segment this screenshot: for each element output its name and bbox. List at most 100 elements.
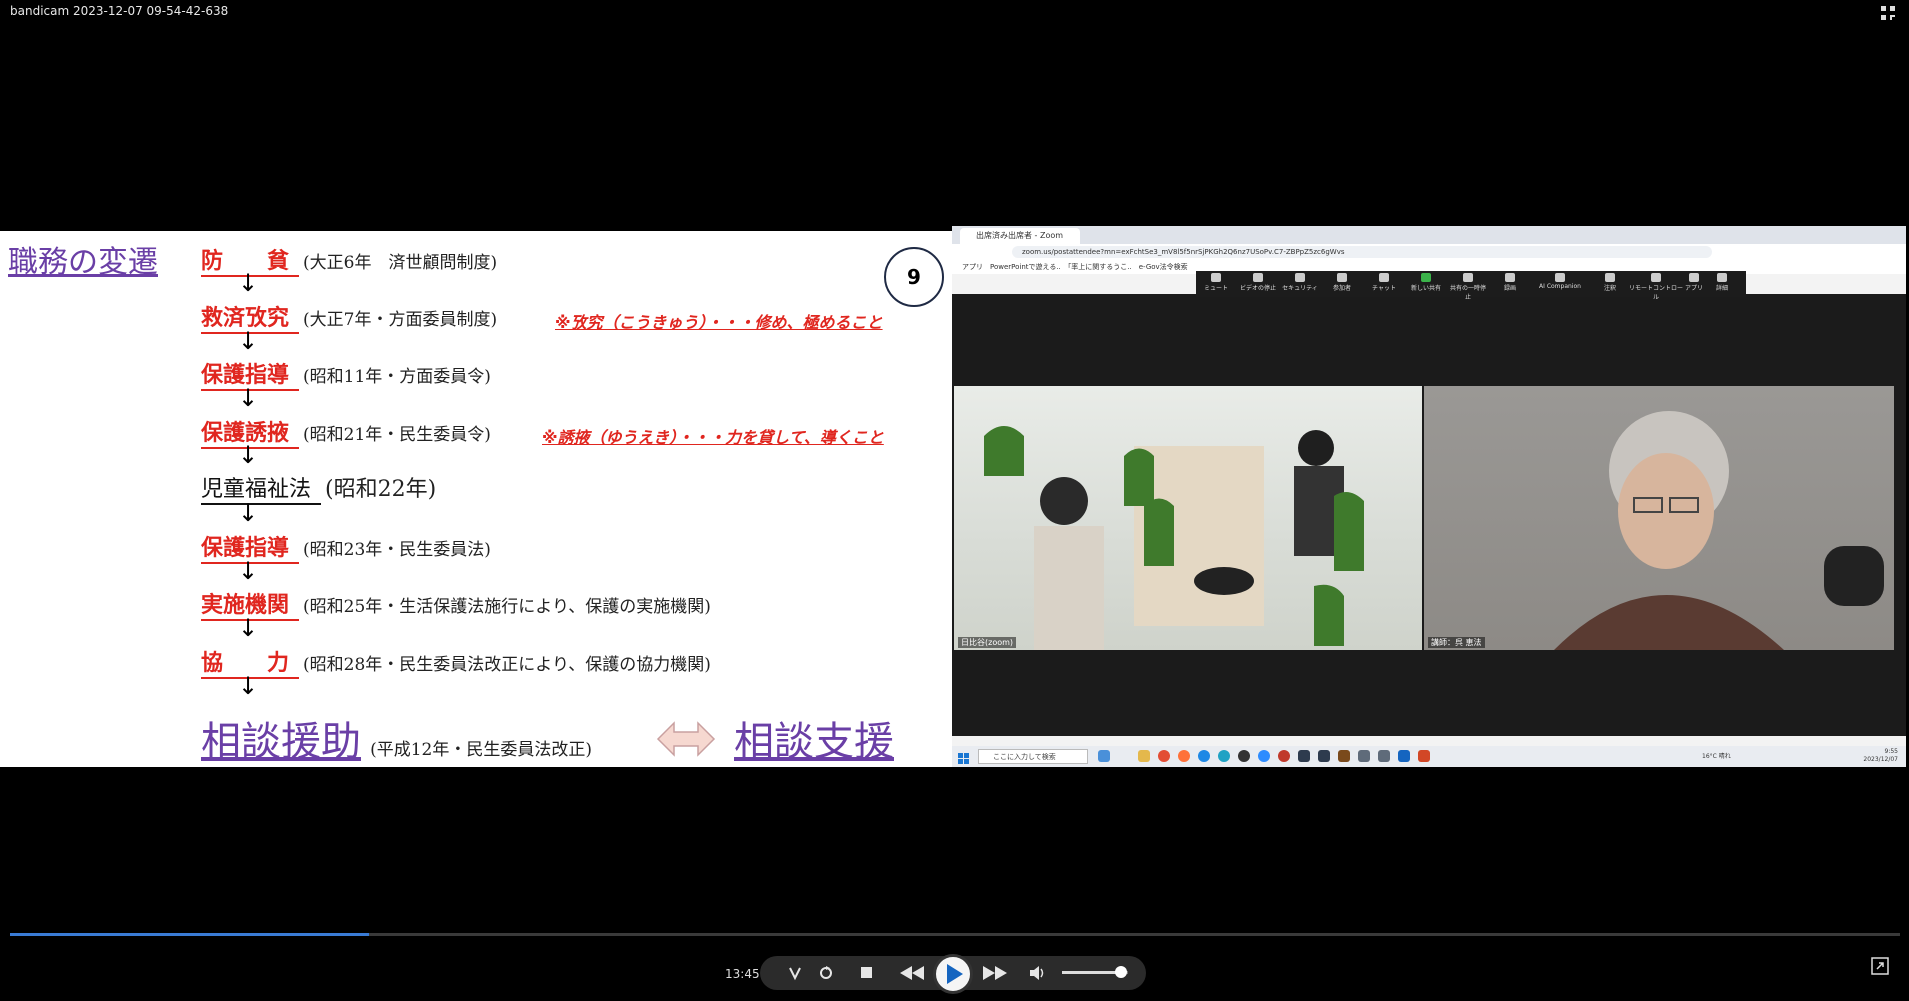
toolbar-label: 新しい共有: [1410, 285, 1441, 292]
taskbar-clock: 9:55 2023/12/07: [1863, 748, 1898, 764]
record-button[interactable]: 録画: [1490, 273, 1530, 292]
final-row: 相談援助 (平成12年・民生委員法改正): [201, 709, 592, 767]
pause-share-button[interactable]: 共有の一時停止: [1448, 273, 1488, 301]
toolbar-label: 参加者: [1332, 285, 1351, 292]
repeat-icon[interactable]: [815, 962, 837, 984]
new-share-button[interactable]: 新しい共有: [1406, 273, 1446, 292]
toolbar-label: アプリ: [1684, 285, 1703, 292]
rewind-button[interactable]: [898, 962, 926, 984]
volume-level: [1062, 971, 1122, 974]
firefox-icon[interactable]: [1178, 750, 1190, 762]
participants-button[interactable]: 参加者: [1322, 273, 1362, 292]
sparkle-icon: [1555, 273, 1565, 282]
video-tile[interactable]: 日比谷(zoom): [954, 386, 1422, 650]
camera-app-icon[interactable]: [1378, 750, 1390, 762]
speaker-image: [1554, 411, 1884, 650]
clock-date: 2023/12/07: [1863, 756, 1898, 763]
app-icon[interactable]: [1338, 750, 1350, 762]
fast-forward-button[interactable]: [981, 962, 1009, 984]
down-arrow-icon: ↓: [238, 441, 259, 469]
fullscreen-toggle-icon[interactable]: [1879, 4, 1897, 22]
pause-icon: [1463, 273, 1473, 282]
history-row: 実施機関 (昭和25年・生活保護法施行により、保護の実施機関): [201, 587, 711, 627]
final-desc: (平成12年・民生委員法改正): [370, 740, 592, 760]
clock-time: 9:55: [1884, 748, 1898, 755]
row-desc: (昭和23年・民生委員法): [303, 540, 491, 560]
toolbar-label: セキュリティ: [1282, 285, 1318, 292]
stop-button[interactable]: [856, 962, 878, 984]
edge-icon[interactable]: [1218, 750, 1230, 762]
down-arrow-icon: ↓: [238, 269, 259, 297]
security-button[interactable]: セキュリティ: [1280, 273, 1320, 292]
app-icon[interactable]: [1298, 750, 1310, 762]
stop-video-button[interactable]: ビデオの停止: [1238, 273, 1278, 292]
row-desc: (昭和11年・方面委員令): [303, 367, 491, 387]
chrome-icon[interactable]: [1158, 750, 1170, 762]
volume-button[interactable]: [1027, 962, 1049, 984]
rewind-icon: [900, 966, 924, 980]
url-field[interactable]: zoom.us/postattendee?mn=exFchtSe3_mV8l5f…: [1012, 246, 1712, 258]
down-arrow-icon: ↓: [238, 557, 259, 585]
outlook-icon[interactable]: [1398, 750, 1410, 762]
row-desc: (昭和25年・生活保護法施行により、保護の実施機関): [303, 597, 711, 617]
powerpoint-icon[interactable]: [1418, 750, 1430, 762]
fast-forward-icon: [983, 966, 1007, 980]
meeting-view: 日比谷(zoom) 講師：呉 恵法: [952, 294, 1906, 736]
toolbar-label: ビデオの停止: [1239, 285, 1276, 292]
more-button[interactable]: 詳細: [1702, 273, 1742, 292]
mouse-icon: [1651, 273, 1661, 282]
app-icon[interactable]: [1238, 750, 1250, 762]
down-arrow-icon: ↓: [238, 384, 259, 412]
shield-icon: [1295, 273, 1305, 282]
down-arrow-icon: ↓: [238, 614, 259, 642]
room-scene-image: [984, 426, 1364, 650]
browser-tab[interactable]: 出席済み出席者 - Zoom: [960, 228, 1080, 244]
expand-icon[interactable]: [1871, 957, 1889, 975]
chat-button[interactable]: チャット: [1364, 273, 1404, 292]
more-icon: [1717, 273, 1727, 282]
pen-icon: [1605, 273, 1615, 282]
annotate-button[interactable]: 注釈: [1590, 273, 1630, 292]
seek-progress: [10, 933, 370, 936]
toolbar-label: AI Companion: [1539, 283, 1581, 290]
address-bar: zoom.us/postattendee?mn=exFchtSe3_mV8l5f…: [952, 244, 1906, 260]
row-desc: (昭和28年・民生委員法改正により、保護の協力機関): [303, 655, 711, 675]
mute-button[interactable]: ミュート: [1196, 273, 1236, 292]
zoom-icon[interactable]: [1258, 750, 1270, 762]
chat-icon: [1379, 273, 1389, 282]
app-icon[interactable]: [1358, 750, 1370, 762]
windows-start-icon[interactable]: [958, 750, 970, 764]
weather-text: 16°C 晴れ: [1702, 753, 1731, 760]
microphone-icon: [1211, 273, 1221, 282]
playback-time: 13:45: [725, 967, 760, 981]
row-desc: (昭和21年・民生委員令): [303, 425, 491, 445]
toolbar-label: チャット: [1372, 285, 1396, 292]
ab-repeat-icon[interactable]: [784, 962, 806, 984]
taskbar-search[interactable]: ここに入力して検索: [978, 749, 1088, 764]
app-icon[interactable]: [1318, 750, 1330, 762]
down-arrow-icon: ↓: [238, 499, 259, 527]
record-app-icon[interactable]: [1278, 750, 1290, 762]
people-icon: [1337, 273, 1347, 282]
slide-title: 職務の変遷: [8, 245, 158, 280]
speaker-icon: [1030, 966, 1044, 980]
down-arrow-icon: ↓: [238, 327, 259, 355]
shared-screen: 出席済み出席者 - Zoom zoom.us/postattendee?mn=e…: [952, 226, 1906, 767]
folder-icon[interactable]: [1138, 750, 1150, 762]
video-tile[interactable]: 講師：呉 恵法: [1424, 386, 1894, 650]
row-note: ※攷究（こうきゅう）・・・修め、極めること: [555, 313, 883, 332]
stop-icon: [861, 967, 872, 978]
skype-icon[interactable]: [1198, 750, 1210, 762]
apps-icon: [1689, 273, 1699, 282]
history-row: 協 力 (昭和28年・民生委員法改正により、保護の協力機関): [201, 645, 711, 685]
row-desc: (昭和22年): [325, 477, 437, 502]
ai-companion-button[interactable]: AI Companion: [1532, 273, 1588, 290]
toolbar-label: ミュート: [1203, 285, 1228, 292]
participant-name: 日比谷(zoom): [958, 637, 1017, 648]
play-button[interactable]: [933, 954, 973, 994]
slide-page-number: 9: [884, 247, 944, 307]
row-keyword: 児童福祉法: [201, 471, 322, 505]
window-title: bandicam 2023-12-07 09-54-42-638: [10, 4, 229, 18]
participant-name: 講師：呉 恵法: [1428, 637, 1485, 648]
file-explorer-icon[interactable]: [1098, 750, 1110, 762]
